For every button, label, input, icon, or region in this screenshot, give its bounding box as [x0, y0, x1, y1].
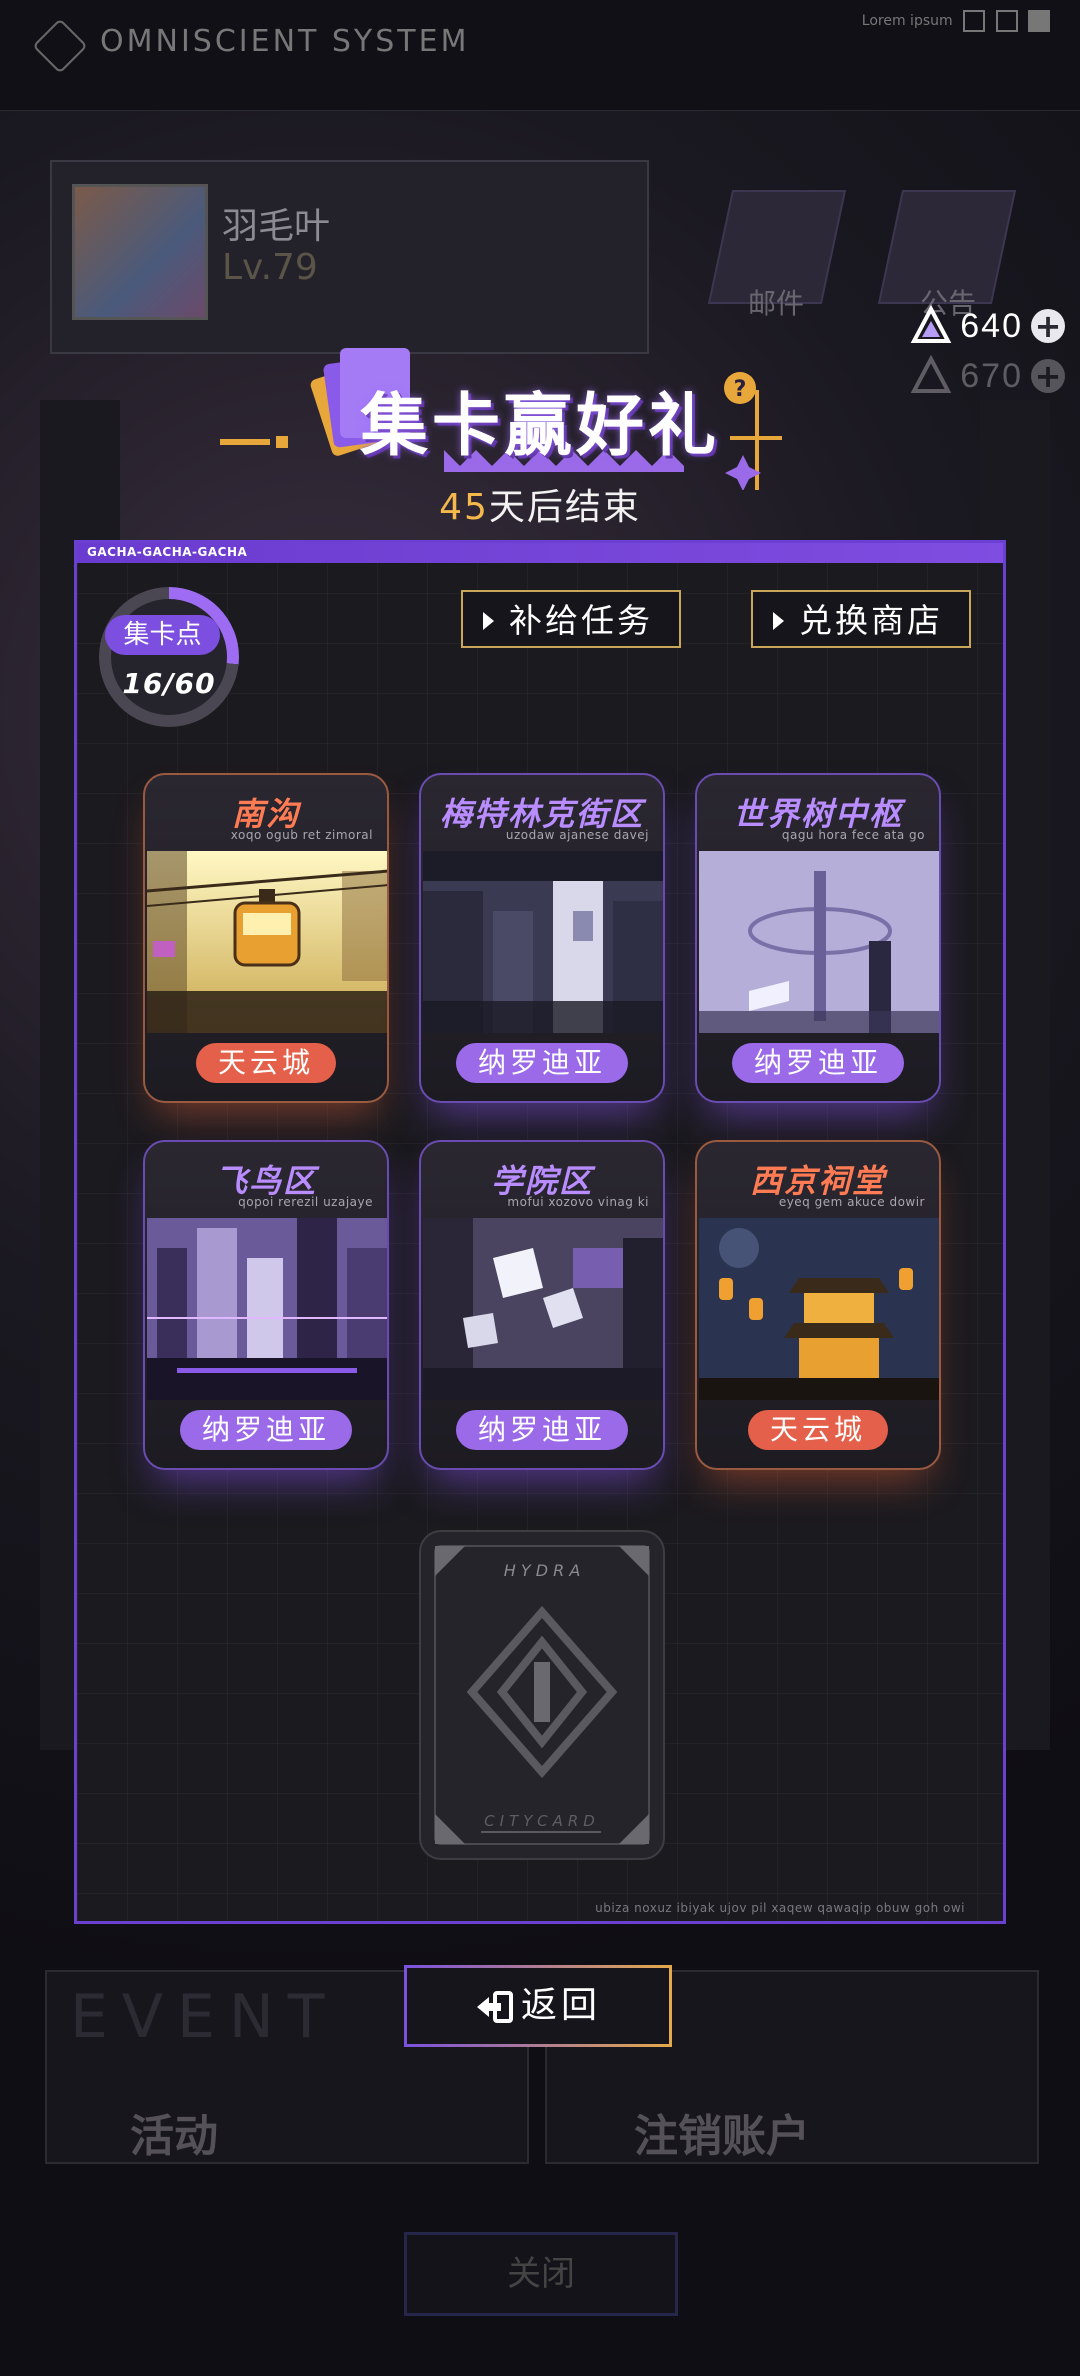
add-currency-button[interactable]: + — [1031, 309, 1065, 343]
bg-event-title: EVENT — [70, 1982, 339, 2052]
event-title: 集卡赢好礼 — [360, 387, 721, 466]
svg-text:?: ? — [734, 377, 747, 402]
card-nangou[interactable]: 南沟 xoqo ogub ret zimoral 天云城 — [143, 773, 389, 1103]
card-art-cablecar — [146, 851, 387, 1033]
card-region-tag: 纳罗迪亚 — [455, 1043, 629, 1083]
window-icon — [963, 10, 986, 32]
bg-profile-card: 羽毛叶 Lv.79 — [50, 160, 649, 354]
close-box-icon — [995, 10, 1018, 32]
panel-tag: GACHA-GACHA-GACHA — [87, 545, 248, 559]
locked-citycard[interactable]: H Y D R A CITYCARD — [419, 1530, 665, 1860]
card-art-shrine — [699, 1218, 939, 1400]
hydra-bottom-text: CITYCARD — [484, 1812, 600, 1830]
play-arrow-icon — [483, 612, 494, 630]
card-region-tag: 天云城 — [747, 1410, 889, 1450]
card-world-tree-hub[interactable]: 世界树中枢 qagu hora fece ata go 纳罗迪亚 — [695, 773, 941, 1103]
card-subtitle: eyeq gem akuce dowir — [778, 1195, 925, 1209]
exchange-shop-label: 兑换商店 — [799, 601, 943, 640]
play-arrow-icon — [773, 612, 784, 630]
card-subtitle: qopoi rerezil uzajaye — [238, 1195, 373, 1209]
add-currency-button-ghost: + — [1031, 359, 1065, 393]
countdown-days: 45 — [439, 487, 489, 528]
card-collection-panel: GACHA-GACHA-GACHA 集卡点 16/60 补给任务 兑换商店 南沟… — [74, 540, 1006, 1924]
panel-footer-text: ubiza noxuz ibiyak ujov pil xaqew qawaqi… — [595, 1901, 965, 1915]
points-value: 16/60 — [122, 667, 216, 700]
return-button[interactable]: 返回 — [404, 1965, 672, 2047]
hydra-top-text: H Y D R A — [504, 1561, 581, 1580]
card-region-tag: 天云城 — [195, 1043, 337, 1083]
card-asuka-district[interactable]: 飞鸟区 qopoi rerezil uzajaye 纳罗迪亚 — [143, 1140, 389, 1470]
bg-mail-label: 邮件 — [748, 287, 805, 320]
avatar — [72, 184, 208, 320]
triangle-crystal-icon — [910, 304, 952, 347]
exchange-shop-button[interactable]: 兑换商店 — [751, 590, 971, 648]
bg-player-name: 羽毛叶 — [222, 206, 331, 247]
card-academy-district[interactable]: 学院区 mofui xozovo vinag ki 纳罗迪亚 — [419, 1140, 665, 1470]
card-subtitle: xoqo ogub ret zimoral — [230, 828, 373, 842]
currency-display-ghost: 670 + — [910, 354, 1065, 397]
bg-top-bar: OMNISCIENT SYSTEM Lorem ipsum — [0, 0, 1080, 111]
card-art-world-tree — [699, 851, 939, 1033]
return-arrow-icon — [476, 1991, 513, 2023]
points-label: 集卡点 — [105, 615, 220, 655]
triangle-crystal-icon — [910, 354, 952, 397]
card-art-asuka — [147, 1218, 387, 1400]
bg-player-level: Lv.79 — [222, 247, 318, 288]
bg-logout-label: 注销账户 — [634, 2111, 810, 2162]
filled-box-icon — [1028, 10, 1050, 32]
collection-points-gauge: 集卡点 16/60 — [99, 587, 239, 727]
supply-task-label: 补给任务 — [509, 601, 653, 640]
card-art-street — [423, 851, 663, 1033]
panel-top-bar: GACHA-GACHA-GACHA — [77, 543, 1003, 563]
card-region-tag: 纳罗迪亚 — [179, 1410, 353, 1450]
card-region-tag: 纳罗迪亚 — [731, 1043, 905, 1083]
card-art-academy — [423, 1218, 663, 1400]
system-logo-icon — [32, 18, 88, 74]
supply-task-button[interactable]: 补给任务 — [461, 590, 681, 648]
currency-display: 640 + — [910, 304, 1065, 347]
card-region-tag: 纳罗迪亚 — [455, 1410, 629, 1450]
countdown-text: 天后结束 — [488, 487, 641, 528]
card-subtitle: uzodaw ajanese davej — [505, 828, 649, 842]
event-countdown: 45天后结束 — [0, 478, 1080, 530]
bg-system-title: OMNISCIENT SYSTEM — [100, 24, 470, 59]
currency-value-ghost: 670 — [960, 356, 1023, 395]
return-label: 返回 — [520, 1985, 601, 2026]
card-xijing-shrine[interactable]: 西京祠堂 eyeq gem akuce dowir 天云城 — [695, 1140, 941, 1470]
currency-value: 640 — [960, 306, 1023, 345]
card-maeterlinck-district[interactable]: 梅特林克街区 uzodaw ajanese davej 纳罗迪亚 — [419, 773, 665, 1103]
card-subtitle: qagu hora fece ata go — [781, 828, 925, 842]
card-subtitle: mofui xozovo vinag ki — [507, 1195, 649, 1209]
bg-top-right-text: Lorem ipsum — [861, 13, 953, 29]
bg-activity-label: 活动 — [130, 2111, 218, 2162]
bg-top-right-controls: Lorem ipsum — [862, 10, 1050, 32]
bg-close-button: 关闭 — [404, 2232, 678, 2316]
